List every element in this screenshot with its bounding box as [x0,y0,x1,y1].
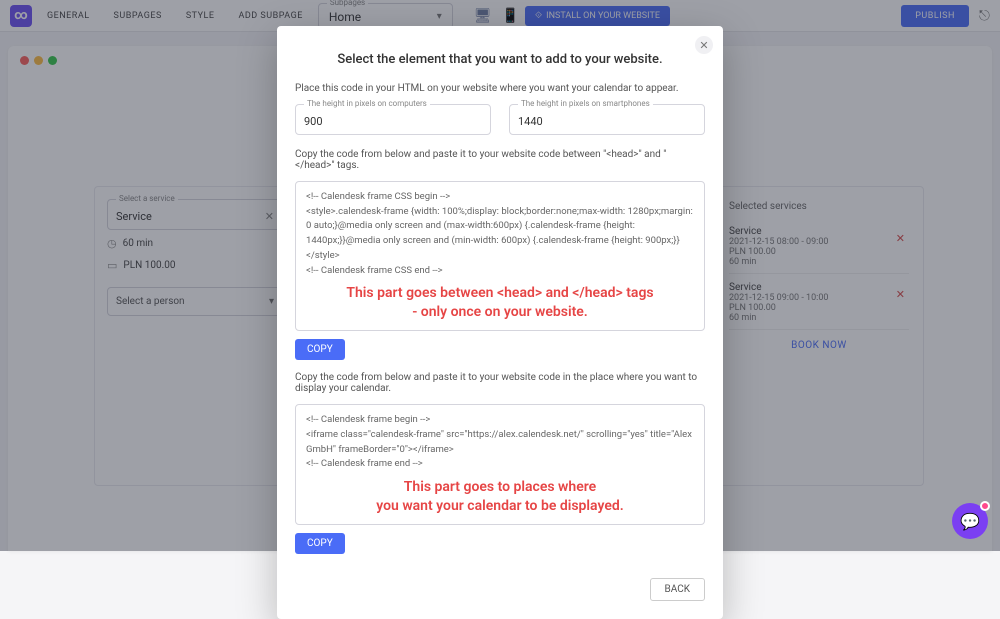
height-computers-value: 900 [304,115,323,128]
copy-head-button[interactable]: COPY [295,339,345,360]
body-annotation: This part goes to places where you want … [306,478,694,516]
embed-code-modal: ✕ Select the element that you want to ad… [277,26,723,619]
height-smartphones-label: The height in pixels on smartphones [518,99,653,108]
head-annotation: This part goes between <head> and </head… [306,284,694,322]
height-computers-label: The height in pixels on computers [304,99,430,108]
head-code-box[interactable]: <!-- Calendesk frame CSS begin --> <styl… [295,181,705,331]
chat-notification-dot [980,501,990,511]
head-code-helper: Copy the code from below and paste it to… [295,149,705,171]
body-code-box[interactable]: <!-- Calendesk frame begin --> <iframe c… [295,404,705,525]
height-computers-field[interactable]: The height in pixels on computers 900 [295,104,491,135]
body-code-helper: Copy the code from below and paste it to… [295,372,705,394]
close-icon[interactable]: ✕ [695,36,713,54]
modal-title: Select the element that you want to add … [295,52,705,67]
back-button[interactable]: BACK [650,578,705,601]
modal-intro: Place this code in your HTML on your web… [295,83,705,94]
height-smartphones-field[interactable]: The height in pixels on smartphones 1440 [509,104,705,135]
chat-fab[interactable]: 💬 [952,503,988,539]
height-smartphones-value: 1440 [518,115,543,128]
chat-icon: 💬 [960,512,980,531]
